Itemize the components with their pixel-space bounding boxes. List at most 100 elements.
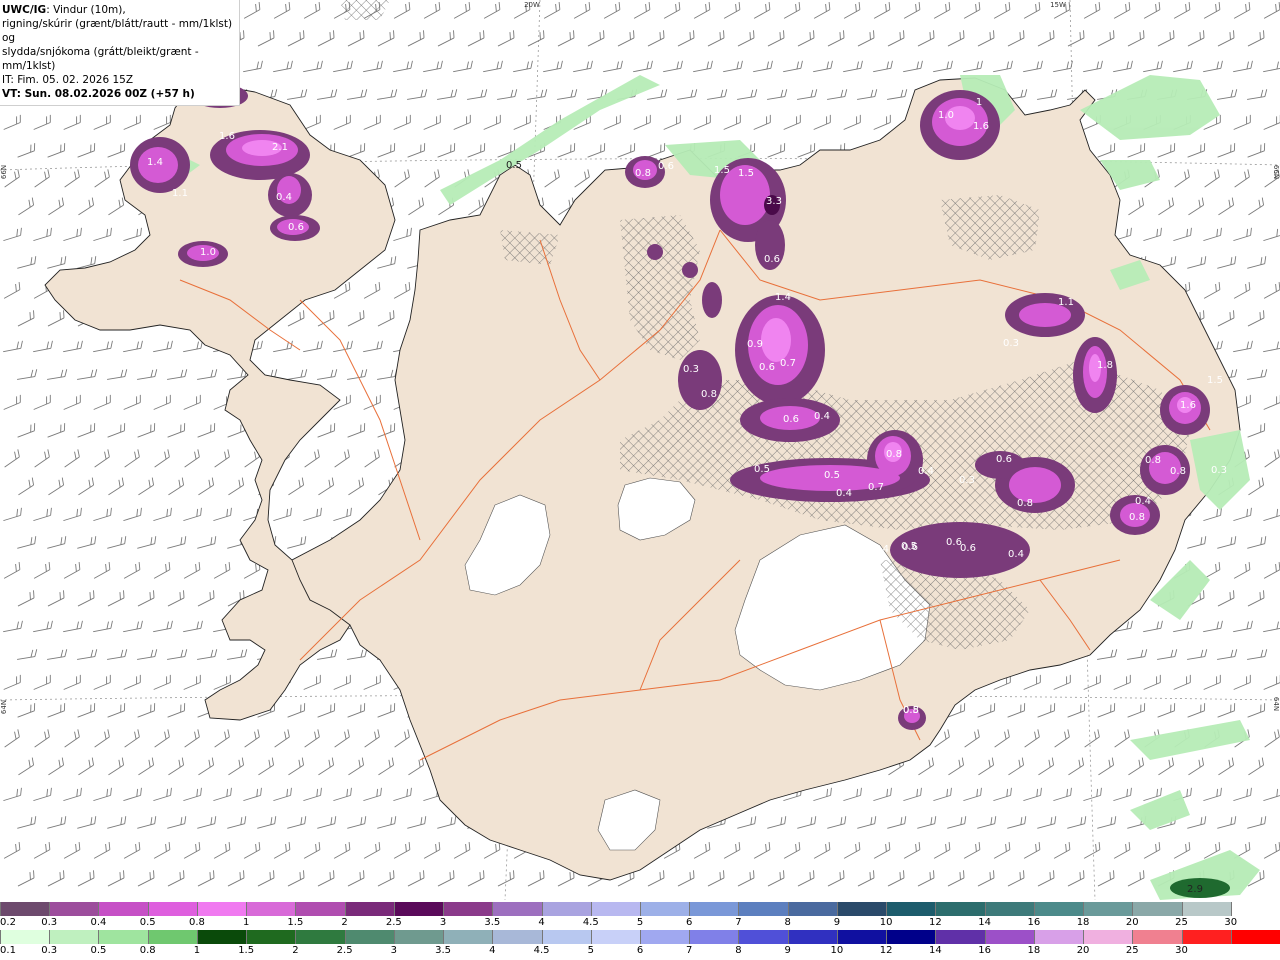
- precip-value-label: 0.8: [886, 449, 902, 460]
- precip-value-label: 0.6: [759, 362, 775, 373]
- precip-value-label: 1.4: [775, 292, 791, 303]
- lon-label: 20W: [524, 1, 540, 9]
- precip-value-label: 0.8: [1145, 455, 1161, 466]
- legend-label: 8: [784, 917, 791, 928]
- legend-swatch: [344, 930, 395, 944]
- precip-value-label: 1.0: [200, 247, 216, 258]
- precip-value-label: 0.4: [836, 488, 852, 499]
- precip-value-label: 1.0: [938, 110, 954, 121]
- legend-label: 9: [784, 945, 791, 956]
- legend-label: 4: [538, 917, 545, 928]
- legend-swatch: [935, 930, 986, 944]
- precip-value-label: 0.7: [868, 482, 884, 493]
- legend-label: 4.5: [533, 945, 550, 956]
- legend-label: 3.5: [484, 917, 501, 928]
- legend-label: 20: [1076, 945, 1090, 956]
- legend-swatch: [886, 902, 937, 916]
- legend-label: 10: [830, 945, 844, 956]
- header-line1: : Vindur (10m),: [46, 4, 126, 16]
- precip-value-label: 0.5: [506, 160, 522, 171]
- weather-map: 0.5 1.4 1.6 2.1 1.1 0.4 0.6 1.0 0.5 0.8 0.6 1.5 1.5 3…: [0, 0, 1280, 900]
- precip-value-label: 0.6: [288, 222, 304, 233]
- lat-label: 66N: [1272, 165, 1280, 179]
- legend-swatch: [836, 930, 888, 944]
- legend-swatch: [1132, 930, 1183, 944]
- precip-value-label: 0.6: [783, 414, 799, 425]
- legend-label: 12: [879, 945, 893, 956]
- lon-label: 15W: [1050, 1, 1066, 9]
- legend-swatch: [147, 930, 198, 944]
- legend-swatch: [98, 930, 149, 944]
- legend-swatch: [1083, 930, 1134, 944]
- legend-label: 0.3: [41, 945, 58, 956]
- precip-value-label: 1.1: [172, 188, 188, 199]
- legend-swatch: [590, 902, 641, 916]
- legend-label: 12: [929, 917, 942, 928]
- legend-label: 16: [1027, 917, 1041, 928]
- legend-swatch: [246, 930, 297, 944]
- precip-value-label: 0.4: [918, 466, 934, 477]
- legend-label: 20: [1125, 917, 1139, 928]
- legend-label: 1.5: [238, 945, 255, 956]
- legend-label: 16: [978, 945, 991, 956]
- init-time: IT: Fim. 05. 02. 2026 15Z: [2, 74, 134, 86]
- legend-swatch: [886, 930, 937, 944]
- legend-label: 0.8: [139, 945, 156, 956]
- legend-label: 0.1: [0, 945, 16, 956]
- legend-swatch: [640, 930, 691, 944]
- snow-legend: 0.2 0.3 0.4 0.5 0.8 1 1.5 2 2.5 3 3.5 4 4.5 5 6 7 8 9 10 12…: [0, 902, 1280, 932]
- precip-value-label: 0.4: [873, 544, 889, 555]
- legend-swatch: [443, 930, 494, 944]
- legend-swatch: [1033, 930, 1085, 944]
- legend-swatch: [984, 902, 1035, 916]
- legend-label: 14: [978, 917, 991, 928]
- valid-time: VT: Sun. 08.02.2026 00Z (+57 h): [2, 88, 195, 100]
- legend-label: 25: [1175, 917, 1188, 928]
- legend-label: 7: [686, 945, 693, 956]
- precip-value-label: 1.8: [1097, 360, 1113, 371]
- precip-value-label: 0.6: [996, 454, 1012, 465]
- legend-swatch: [1132, 902, 1183, 916]
- lat-label: 64N: [0, 700, 8, 714]
- legend-label: 0.5: [139, 917, 156, 928]
- legend-swatch: [935, 902, 986, 916]
- precip-value-label: 0.6: [902, 542, 918, 553]
- lat-label: 64N: [1272, 697, 1280, 711]
- legend-label: 3.5: [435, 945, 452, 956]
- legend-label: 0.8: [188, 917, 205, 928]
- precip-value-label: 0.4: [1008, 549, 1024, 560]
- legend-label: 2: [341, 917, 348, 928]
- precip-value-label: 0.5: [824, 470, 840, 481]
- legend-swatch: [787, 902, 838, 916]
- precip-value-label: 0.5: [903, 705, 919, 716]
- legend-label: 0.5: [90, 945, 107, 956]
- legend-swatch: [1181, 930, 1232, 944]
- legend-swatch: [640, 902, 691, 916]
- legend-swatch: [443, 902, 494, 916]
- precip-value-label: 0.3: [683, 364, 699, 375]
- rain-legend: 0.1 0.3 0.5 0.8 1 1.5 2 2.5 3 3.5 4 4.5 5 6 7 8 9 10 12 14 1…: [0, 930, 1280, 960]
- legend-swatch: [49, 902, 100, 916]
- header-title: UWC/IG: Vindur (10m),: [2, 3, 239, 17]
- legend-swatch: [1230, 902, 1280, 916]
- precip-value-label: 0.6: [764, 254, 780, 265]
- precip-value-label: 3.3: [766, 196, 782, 207]
- precip-value-label: 0.6: [658, 161, 674, 172]
- legend-label: 10: [879, 917, 893, 928]
- legend-label: 9: [833, 917, 841, 928]
- legend-swatch: [1033, 902, 1085, 916]
- legend-label: 14: [929, 945, 942, 956]
- legend-swatch: [196, 902, 248, 916]
- legend-label: 8: [735, 945, 742, 956]
- precip-value-label: 1.5: [714, 165, 730, 176]
- legend-label: 3: [439, 917, 447, 928]
- legend-label: 1: [242, 917, 250, 928]
- legend-swatch: [836, 902, 888, 916]
- precip-value-label: 2.1: [272, 142, 288, 153]
- rain-legend-bar: [0, 930, 1280, 944]
- precip-value-label: 0.4: [1135, 496, 1151, 507]
- precip-value-label: 0.8: [701, 389, 717, 400]
- precip-value-label: 1.5: [738, 168, 754, 179]
- legend-swatch: [590, 930, 641, 944]
- precip-value-label: 1.6: [973, 121, 989, 132]
